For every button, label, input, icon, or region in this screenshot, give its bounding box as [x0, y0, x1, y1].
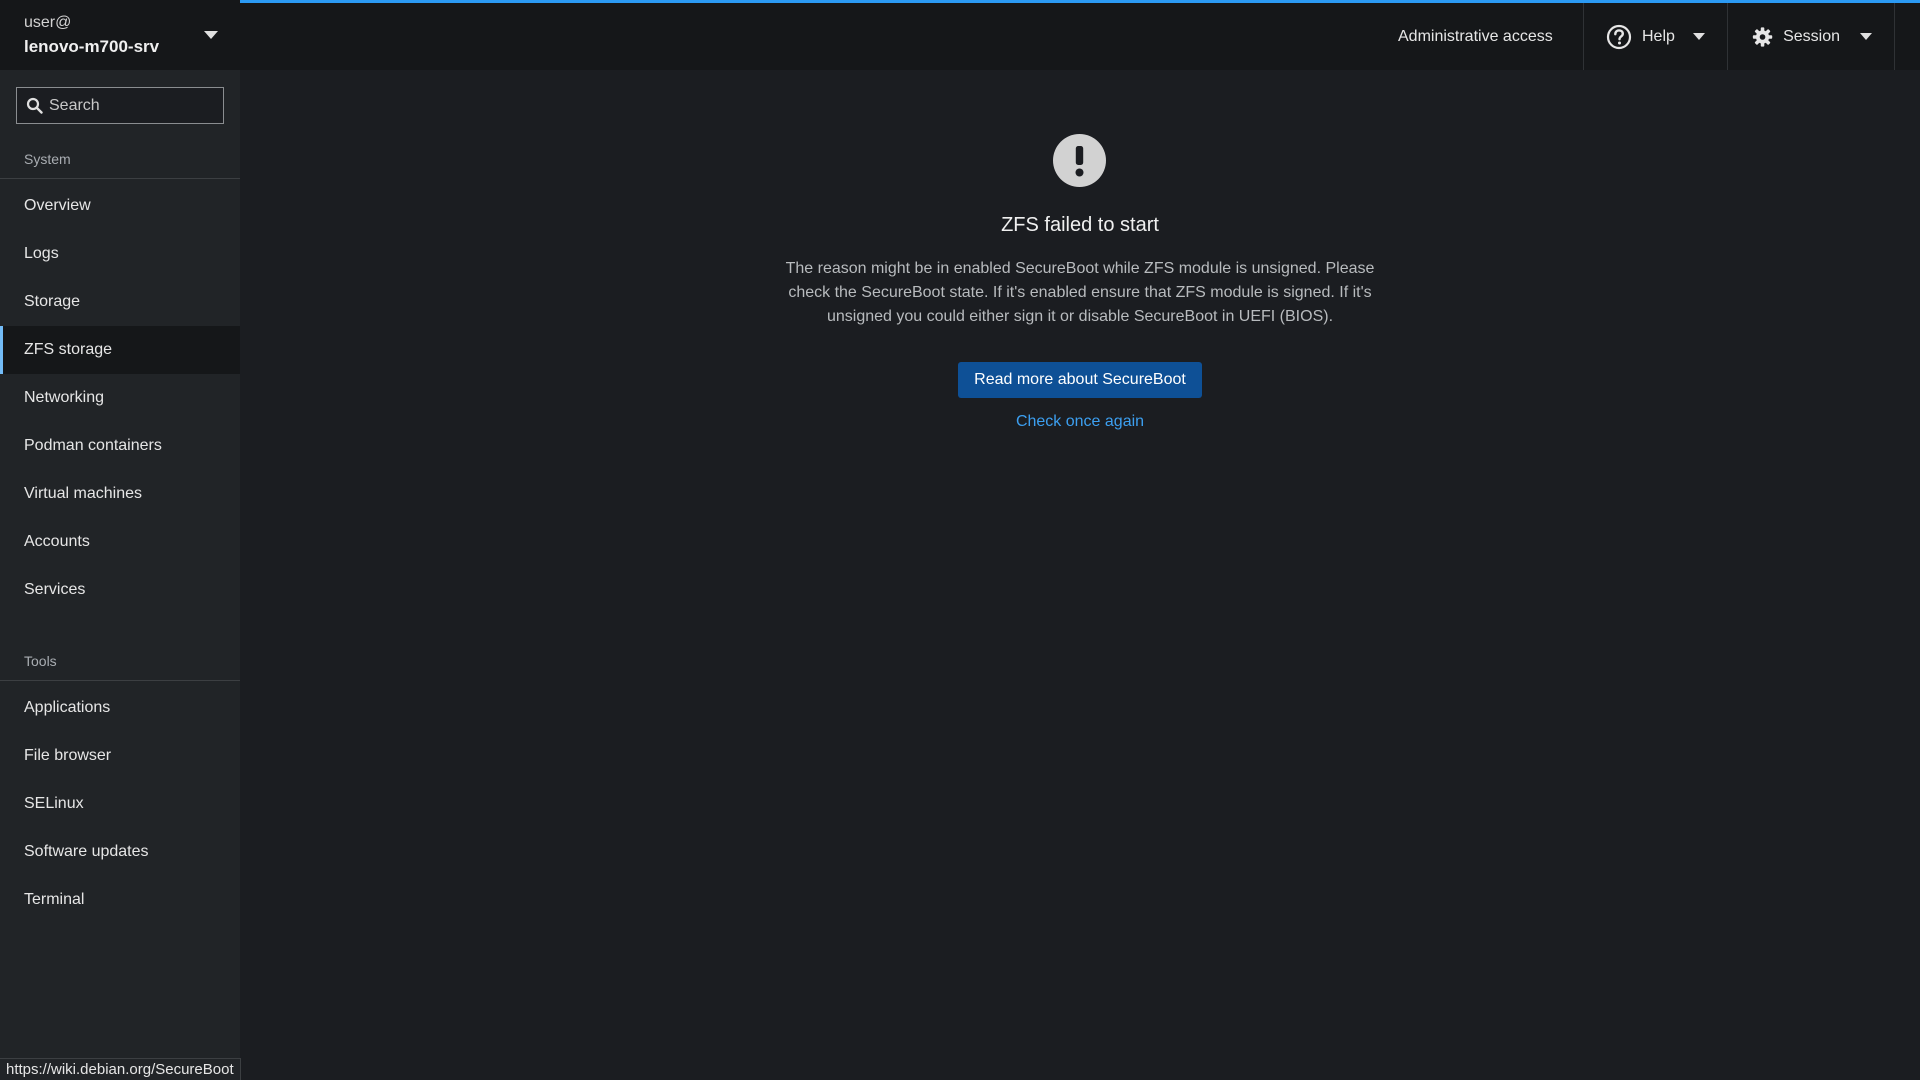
- sidebar-item-networking[interactable]: Networking: [0, 374, 240, 422]
- help-menu-button[interactable]: Help: [1606, 3, 1722, 70]
- app-window: user@ lenovo-m700-srv System Overview Lo…: [0, 0, 1920, 1080]
- host-switcher[interactable]: user@ lenovo-m700-srv: [0, 0, 240, 70]
- sidebar-item-selinux[interactable]: SELinux: [0, 780, 240, 828]
- topbar-divider: [1894, 3, 1895, 70]
- sidebar-item-terminal[interactable]: Terminal: [0, 876, 240, 924]
- search-icon: [26, 97, 43, 114]
- exclamation-circle-icon: [1053, 134, 1106, 187]
- system-nav: Overview Logs Storage ZFS storage Networ…: [0, 182, 240, 614]
- section-label-system: System: [24, 151, 71, 167]
- administrative-access-button[interactable]: Administrative access: [1398, 3, 1584, 70]
- session-label: Session: [1783, 27, 1840, 45]
- sidebar-item-software-updates[interactable]: Software updates: [0, 828, 240, 876]
- caret-down-icon: [204, 31, 218, 39]
- main-content: ZFS failed to start The reason might be …: [240, 70, 1920, 1080]
- sidebar-item-podman-containers[interactable]: Podman containers: [0, 422, 240, 470]
- search-input[interactable]: [49, 88, 219, 123]
- administrative-access-label: Administrative access: [1398, 27, 1553, 45]
- empty-state-body: The reason might be in enabled SecureBoo…: [785, 260, 1375, 325]
- sidebar-item-file-browser[interactable]: File browser: [0, 732, 240, 780]
- sidebar: user@ lenovo-m700-srv System Overview Lo…: [0, 0, 240, 1080]
- sidebar-item-storage[interactable]: Storage: [0, 278, 240, 326]
- help-label: Help: [1642, 27, 1675, 45]
- sidebar-item-overview[interactable]: Overview: [0, 182, 240, 230]
- sidebar-item-zfs-storage[interactable]: ZFS storage: [0, 326, 240, 374]
- section-label-tools: Tools: [24, 653, 57, 669]
- tools-nav: Applications File browser SELinux Softwa…: [0, 684, 240, 924]
- search-box: [16, 87, 224, 124]
- check-once-again-link[interactable]: Check once again: [240, 413, 1920, 431]
- link-preview-statusbar: https://wiki.debian.org/SecureBoot: [0, 1058, 241, 1080]
- question-circle-icon: [1606, 24, 1632, 49]
- read-more-secureboot-button[interactable]: Read more about SecureBoot: [958, 362, 1202, 398]
- host-user: user@: [24, 14, 72, 31]
- topbar-divider: [1727, 3, 1728, 70]
- caret-down-icon: [1692, 33, 1705, 40]
- sidebar-item-applications[interactable]: Applications: [0, 684, 240, 732]
- gear-icon: [1752, 26, 1773, 47]
- sidebar-item-accounts[interactable]: Accounts: [0, 518, 240, 566]
- empty-state-title: ZFS failed to start: [1001, 214, 1159, 236]
- sidebar-item-virtual-machines[interactable]: Virtual machines: [0, 470, 240, 518]
- section-divider: [0, 680, 240, 681]
- section-divider: [0, 178, 240, 179]
- topbar-divider: [1583, 3, 1584, 70]
- sidebar-item-services[interactable]: Services: [0, 566, 240, 614]
- session-menu-button[interactable]: Session: [1752, 3, 1872, 70]
- caret-down-icon: [1860, 33, 1872, 40]
- sidebar-item-logs[interactable]: Logs: [0, 230, 240, 278]
